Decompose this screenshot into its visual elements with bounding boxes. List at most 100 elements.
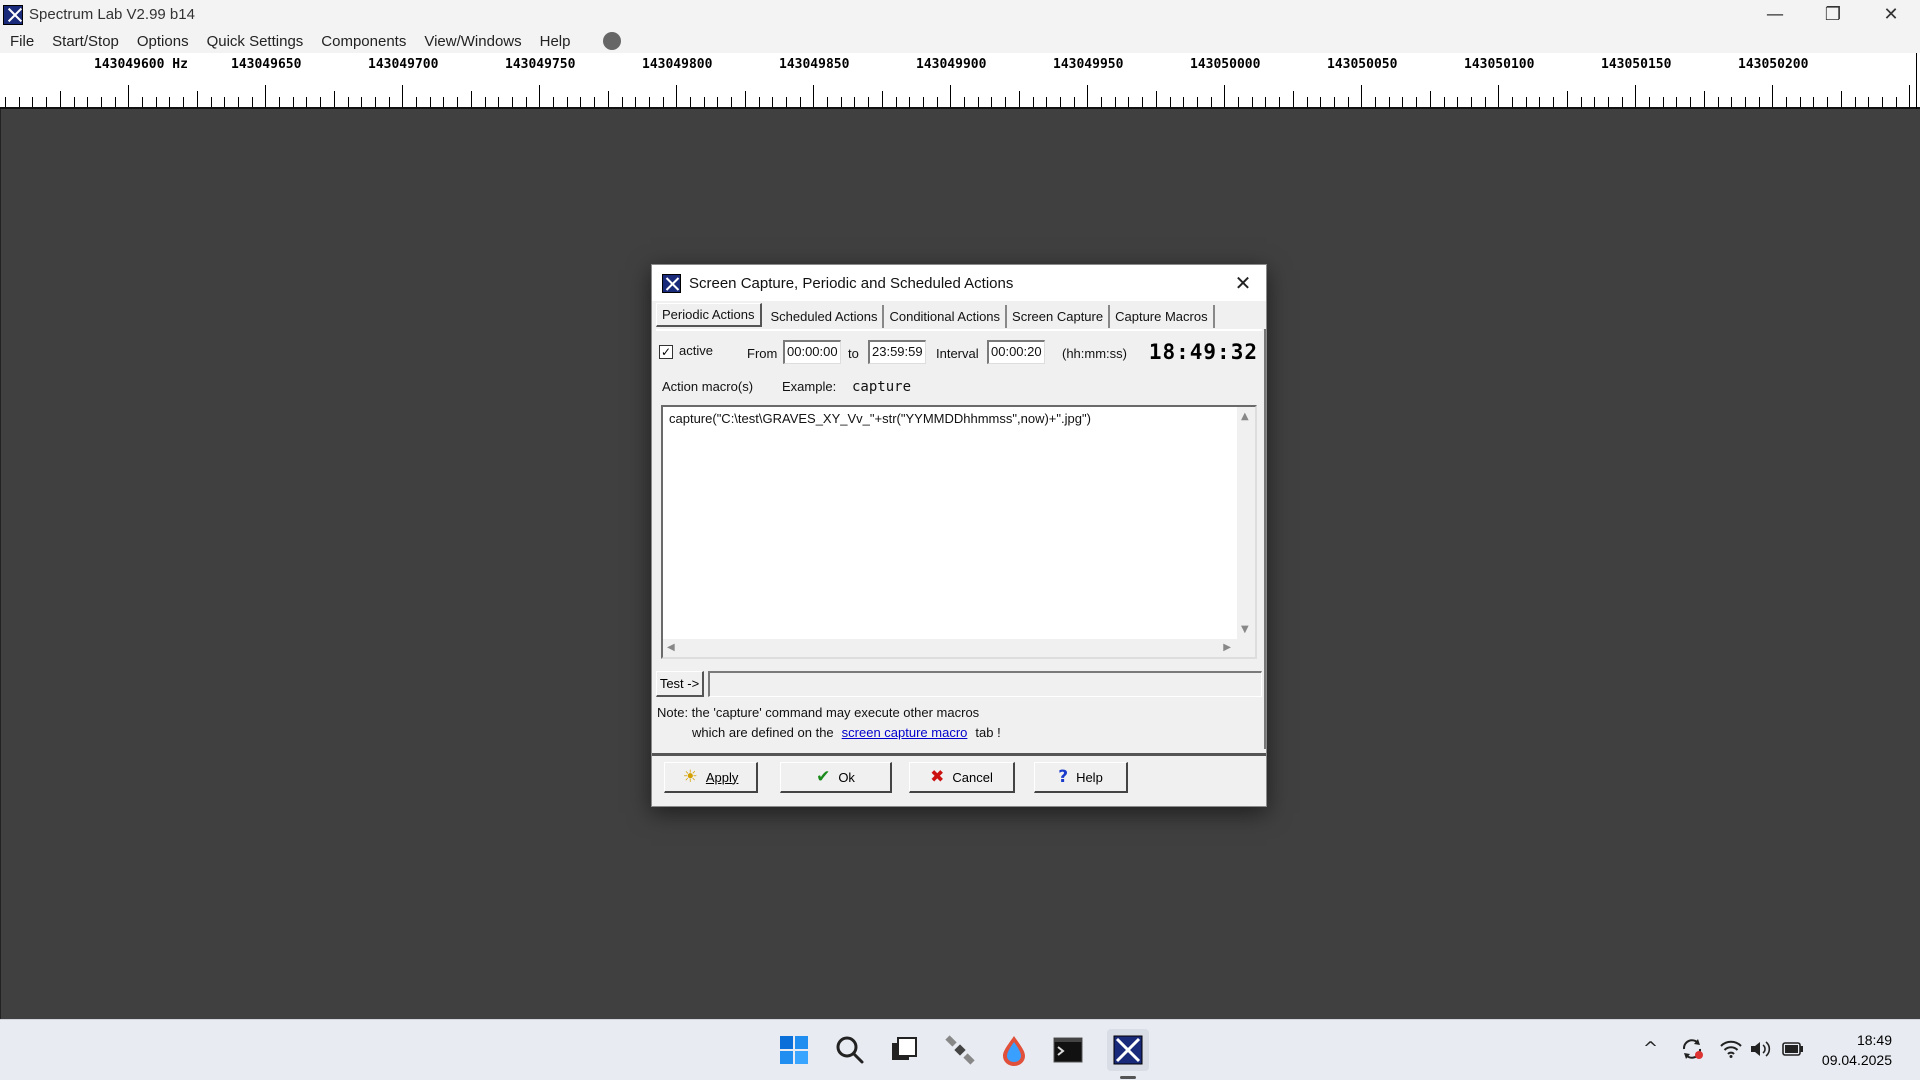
menu-help[interactable]: Help: [531, 33, 580, 50]
ruler-label: 143049900: [916, 57, 987, 72]
ruler-tick: [1457, 97, 1459, 107]
tab-conditional-actions[interactable]: Conditional Actions: [884, 305, 1008, 328]
ruler-tick: [1498, 85, 1500, 107]
ruler-tick: [1717, 97, 1719, 107]
to-time-field[interactable]: 23:59:59: [868, 340, 926, 364]
ruler-tick: [1621, 97, 1623, 107]
scroll-right-icon[interactable]: ▶: [1223, 642, 1231, 653]
restore-button[interactable]: ❐: [1804, 0, 1862, 29]
scroll-up-icon[interactable]: ▲: [1241, 411, 1249, 422]
active-checkbox[interactable]: ✓: [659, 345, 673, 359]
task-view-icon[interactable]: [886, 1032, 922, 1068]
ruler-tick: [1292, 91, 1294, 107]
volume-icon[interactable]: [1750, 1040, 1772, 1063]
ruler-label: 143049850: [779, 57, 850, 72]
ruler-tick: [607, 91, 609, 107]
ruler-tick: [73, 97, 75, 107]
ruler-tick: [265, 85, 267, 107]
to-label: to: [848, 346, 859, 361]
menu-file[interactable]: File: [0, 33, 43, 50]
interval-label: Interval: [936, 346, 979, 361]
ruler-tick: [183, 97, 185, 107]
ruler-tick: [1101, 97, 1102, 107]
apply-button[interactable]: ☀ Apply: [664, 762, 758, 793]
tab-periodic-actions[interactable]: Periodic Actions: [656, 303, 762, 327]
note-suffix: tab !: [975, 725, 1001, 740]
ruler-tick: [758, 97, 760, 107]
ruler-tick: [1443, 97, 1445, 107]
taskbar-clock-time[interactable]: 18:49: [1857, 1032, 1892, 1048]
menu-view-windows[interactable]: View/Windows: [415, 33, 530, 50]
ruler-tick: [1018, 91, 1020, 107]
help-button[interactable]: ? Help: [1034, 762, 1128, 793]
ruler-tick: [1512, 97, 1513, 107]
ruler-tick: [1772, 85, 1774, 107]
ruler-tick: [1690, 97, 1692, 107]
ruler-tick: [251, 97, 253, 107]
test-command-field[interactable]: [708, 671, 1262, 697]
dialog-titlebar: Screen Capture, Periodic and Scheduled A…: [652, 265, 1266, 301]
ruler-tick: [374, 97, 376, 107]
taskbar-clock-date[interactable]: 09.04.2025: [1822, 1052, 1892, 1068]
tab-panel-border: [656, 329, 1262, 331]
search-icon[interactable]: [832, 1032, 868, 1068]
action-macro-editor[interactable]: capture("C:\test\GRAVES_XY_Vv_"+str("YYM…: [661, 405, 1257, 659]
from-time-field[interactable]: 00:00:00: [783, 340, 841, 364]
ruler-tick: [840, 97, 842, 107]
menu-start-stop[interactable]: Start/Stop: [43, 33, 128, 50]
ruler-tick: [87, 97, 89, 107]
schedule-row: ✓ active From 00:00:00 to 23:59:59 Inter…: [657, 340, 1260, 366]
test-button[interactable]: Test ->: [656, 671, 704, 697]
ruler-tick: [539, 85, 541, 107]
ruler-tick: [1347, 97, 1349, 107]
note-line-2: which are defined on the screen capture m…: [692, 725, 1001, 740]
tab-capture-macros[interactable]: Capture Macros: [1110, 305, 1215, 328]
menu-options[interactable]: Options: [128, 33, 198, 50]
ruler-tick: [1169, 97, 1171, 107]
tab-scheduled-actions[interactable]: Scheduled Actions: [766, 305, 885, 328]
frequency-ruler[interactable]: 143049600 Hz 143049650 143049700 1430497…: [0, 53, 1920, 109]
ruler-tick: [1306, 97, 1308, 107]
menu-components[interactable]: Components: [312, 33, 415, 50]
vertical-scrollbar[interactable]: ▲ ▼: [1237, 407, 1255, 639]
ruler-tick: [416, 97, 417, 107]
time-format-hint: (hh:mm:ss): [1062, 346, 1127, 361]
minimize-button[interactable]: —: [1746, 0, 1804, 29]
ruler-tick: [1114, 97, 1116, 107]
scrollbar-corner: [1237, 639, 1255, 657]
ruler-tick: [1142, 97, 1144, 107]
status-indicator-icon[interactable]: [603, 32, 622, 50]
ok-button[interactable]: ✔ Ok: [780, 762, 892, 793]
wifi-icon[interactable]: [1720, 1040, 1742, 1063]
windows-start-icon[interactable]: [776, 1032, 812, 1068]
ruler-label: 143050150: [1601, 57, 1672, 72]
note-line-1: Note: the 'capture' command may execute …: [657, 705, 980, 720]
tray-overflow-chevron-icon[interactable]: ^: [1643, 1038, 1658, 1059]
ruler-tick: [676, 85, 678, 107]
ruler-tick: [1827, 97, 1829, 107]
menu-quick-settings[interactable]: Quick Settings: [198, 33, 313, 50]
paint-drop-app-icon[interactable]: [996, 1032, 1032, 1068]
ruler-tick: [1895, 97, 1897, 107]
scroll-down-icon[interactable]: ▼: [1241, 624, 1249, 635]
battery-icon[interactable]: [1782, 1041, 1804, 1062]
ruler-label: 143050200: [1738, 57, 1809, 72]
dialog-close-button[interactable]: ✕: [1230, 270, 1256, 296]
cancel-button[interactable]: ✖ Cancel: [909, 762, 1015, 793]
terminal-icon[interactable]: [1050, 1032, 1086, 1068]
ruler-tick: [881, 91, 883, 107]
interval-field[interactable]: 00:00:20: [987, 340, 1045, 364]
scroll-left-icon[interactable]: ◀: [667, 642, 675, 653]
ruler-tick: [703, 97, 705, 107]
ruler-tick: [443, 97, 445, 107]
close-button[interactable]: ✕: [1862, 0, 1920, 29]
sync-icon[interactable]: [1680, 1037, 1704, 1066]
macro-text[interactable]: capture("C:\test\GRAVES_XY_Vv_"+str("YYM…: [669, 411, 1091, 426]
ruler-tick: [1429, 91, 1431, 107]
satellite-app-icon[interactable]: [942, 1032, 978, 1068]
spectrum-lab-taskbar-icon[interactable]: [1107, 1029, 1149, 1079]
screen-capture-macro-link[interactable]: screen capture macro: [842, 725, 968, 740]
tab-screen-capture[interactable]: Screen Capture: [1007, 305, 1111, 328]
ruler-tick: [1087, 85, 1089, 107]
horizontal-scrollbar[interactable]: ◀ ▶: [663, 639, 1237, 657]
